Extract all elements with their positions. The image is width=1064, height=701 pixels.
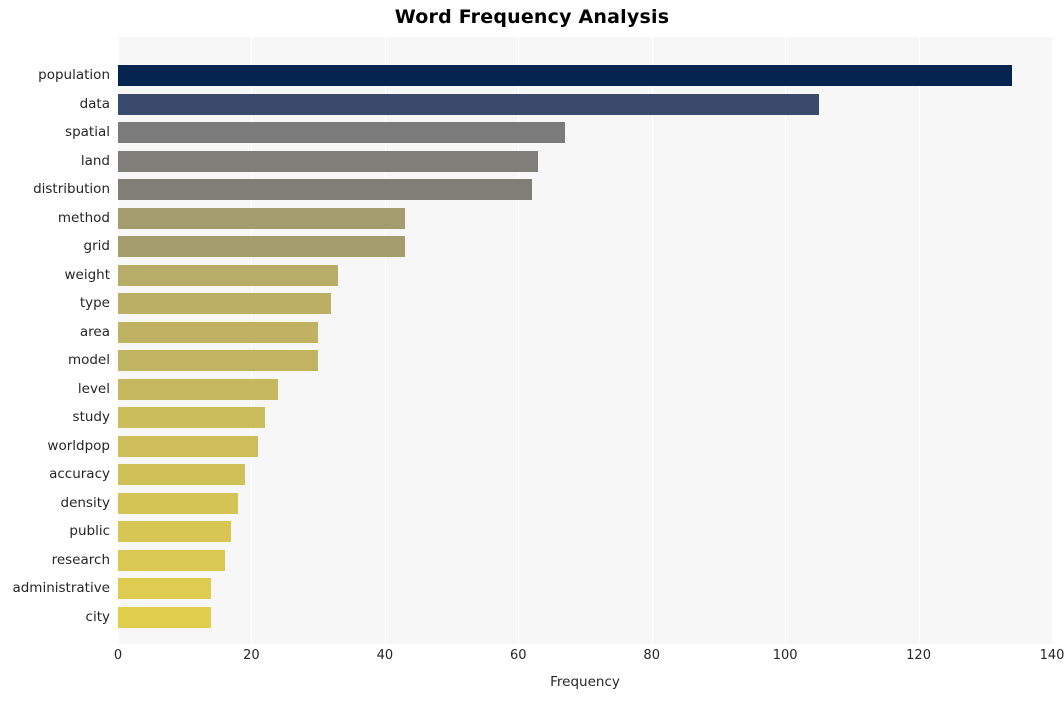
plot-area (118, 37, 1052, 644)
y-axis-tick-label: study (72, 409, 110, 425)
bar-row (118, 204, 1052, 233)
x-axis-tick-label: 140 (1039, 648, 1064, 663)
bar-row (118, 289, 1052, 318)
x-axis-tick-label: 20 (243, 648, 260, 663)
x-axis-label: Frequency (550, 674, 620, 690)
bar[interactable] (118, 122, 565, 143)
bar[interactable] (118, 464, 245, 485)
bar-row (118, 90, 1052, 119)
bar-row (118, 603, 1052, 632)
x-axis-tick-label: 100 (772, 648, 798, 663)
bar[interactable] (118, 150, 539, 172)
bar[interactable] (118, 236, 405, 257)
bar-row (118, 432, 1052, 461)
bar[interactable] (118, 378, 279, 400)
y-axis-tick-label: model (67, 352, 110, 368)
bar-row (118, 147, 1052, 176)
x-axis-tick-label: 120 (906, 648, 931, 663)
y-axis-tick-label: data (79, 95, 110, 112)
word-frequency-chart-figure: Word Frequency Analysis population data sp… (0, 0, 1064, 701)
x-axis-tick-label: 0 (113, 648, 123, 663)
x-axis-tick-label: 80 (643, 648, 660, 663)
bar-row (118, 375, 1052, 404)
y-axis-tick-label: density (60, 494, 111, 511)
y-axis-tick-labels: population data spatial land distribution met… (0, 37, 110, 644)
y-axis-tick-label: weight (64, 266, 110, 283)
bar[interactable] (118, 293, 332, 314)
bar[interactable] (118, 179, 532, 200)
bar-row (118, 403, 1052, 432)
bar[interactable] (118, 264, 339, 286)
y-axis-tick-label: method (57, 209, 110, 226)
bar[interactable] (118, 606, 212, 628)
bar-row (118, 546, 1052, 575)
x-axis-tick-label: 40 (376, 648, 394, 663)
y-axis-tick-label: spatial (65, 124, 110, 140)
bar[interactable] (118, 350, 319, 371)
bar[interactable] (118, 93, 819, 115)
bar[interactable] (118, 578, 212, 599)
bar-row (118, 261, 1052, 290)
chart-title: Word Frequency Analysis (394, 6, 670, 28)
bar-row (118, 346, 1052, 375)
y-axis-tick-label: city (85, 608, 110, 625)
y-axis-tick-label: accuracy (49, 466, 110, 482)
bar[interactable] (118, 65, 1012, 86)
x-axis-tick-labels: 0 20 40 60 80 100 120 140 (114, 648, 1064, 670)
bar[interactable] (118, 207, 405, 229)
bar-row (118, 61, 1052, 90)
bar-row (118, 489, 1052, 518)
bar[interactable] (118, 435, 259, 457)
bar-row (118, 175, 1052, 204)
y-axis-tick-label: distribution (33, 181, 110, 197)
y-axis-tick-label: worldpop (47, 437, 110, 454)
y-axis-tick-label: public (69, 523, 110, 539)
y-axis-tick-label: population (38, 67, 110, 83)
bar[interactable] (118, 321, 319, 343)
bar-row (118, 574, 1052, 603)
bar-row (118, 318, 1052, 347)
y-axis-tick-label: research (51, 551, 110, 568)
y-axis-tick-label: level (77, 380, 110, 397)
bar[interactable] (118, 492, 239, 514)
bar[interactable] (118, 549, 225, 571)
y-axis-tick-label: type (79, 295, 110, 311)
y-axis-tick-label: land (80, 152, 110, 169)
bar-row (118, 232, 1052, 261)
bar-row (118, 460, 1052, 489)
x-axis-tick-label: 60 (510, 648, 527, 663)
bar[interactable] (118, 407, 265, 428)
bar-row (118, 118, 1052, 147)
y-axis-tick-label: area (79, 323, 110, 340)
bar-row (118, 517, 1052, 546)
y-axis-tick-label: grid (83, 238, 110, 254)
bar[interactable] (118, 521, 232, 542)
y-axis-tick-label: administrative (12, 580, 110, 596)
